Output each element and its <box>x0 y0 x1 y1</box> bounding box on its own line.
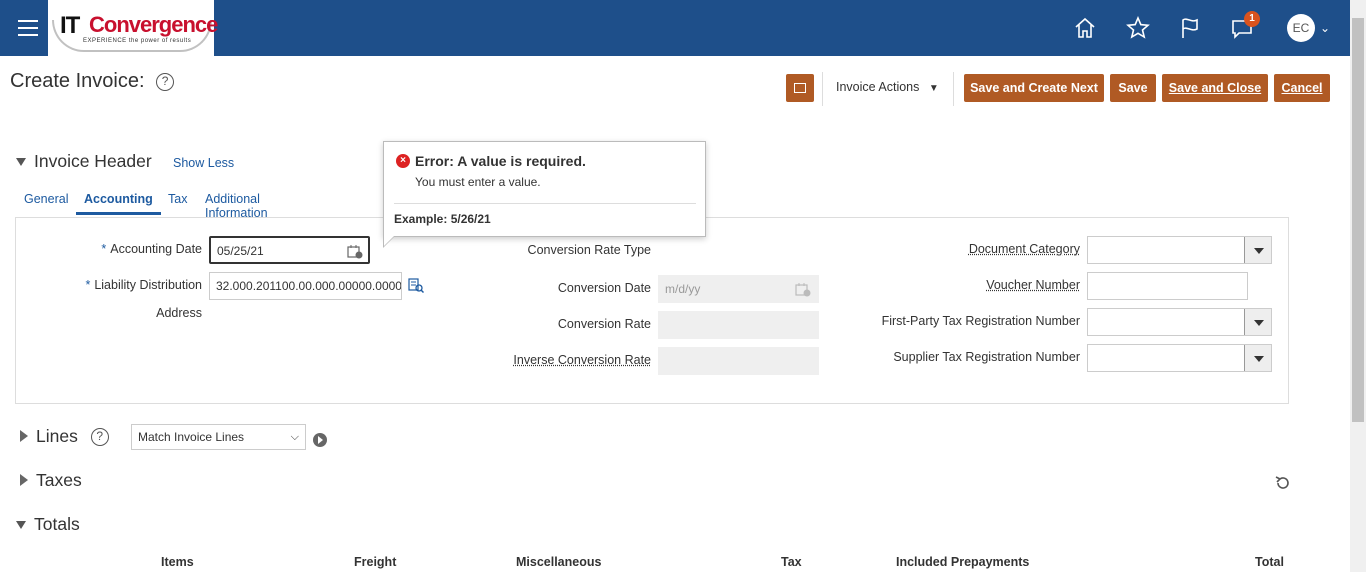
lines-section[interactable]: Lines ? <box>20 426 109 447</box>
inverse-conversion-rate-input <box>658 347 819 375</box>
liability-distribution-label: * Liability Distribution <box>40 278 202 292</box>
error-popup: × Error: A value is required. You must e… <box>383 141 706 248</box>
cancel-button[interactable]: Cancel <box>1274 74 1330 102</box>
collapse-triangle-icon[interactable] <box>16 158 26 166</box>
toolbar-divider <box>822 72 823 106</box>
match-invoice-lines-select[interactable]: Match Invoice Lines ⌵ <box>131 424 306 450</box>
calendar-icon[interactable] <box>347 242 363 259</box>
save-button[interactable]: Save <box>1110 74 1156 102</box>
flag-icon[interactable] <box>1178 16 1202 40</box>
error-icon: × <box>396 154 410 168</box>
taxes-title: Taxes <box>36 470 82 490</box>
invoice-actions-menu[interactable]: Invoice Actions ▼ <box>836 80 939 94</box>
logo-convergence-text: Convergence <box>89 12 218 37</box>
conversion-date-label: Conversion Date <box>557 281 651 295</box>
inverse-conversion-rate-label: Inverse Conversion Rate <box>513 353 651 367</box>
favorites-star-icon[interactable] <box>1126 15 1150 40</box>
supplier-tax-select[interactable] <box>1087 344 1272 372</box>
tab-tax[interactable]: Tax <box>160 186 195 212</box>
invoice-header-section[interactable]: Invoice Header <box>16 151 152 172</box>
lines-title: Lines <box>36 426 78 446</box>
totals-title: Totals <box>34 514 80 534</box>
supplier-tax-label: Supplier Tax Registration Number <box>893 350 1080 364</box>
chevron-down-icon[interactable]: ⌄ <box>1320 21 1330 35</box>
collapse-triangle-icon[interactable] <box>16 521 26 529</box>
conversion-date-placeholder: m/d/yy <box>665 282 701 296</box>
totals-header-total: Total <box>1255 555 1284 569</box>
notifications-icon[interactable]: 1 <box>1230 11 1260 40</box>
liability-distribution-input[interactable]: 32.000.201100.00.000.00000.0000 <box>209 272 402 300</box>
first-party-tax-select[interactable] <box>1087 308 1272 336</box>
invoice-actions-label: Invoice Actions <box>836 80 920 94</box>
save-and-close-button[interactable]: Save and Close <box>1162 74 1268 102</box>
hamburger-menu-icon[interactable] <box>18 20 38 36</box>
first-party-tax-label: First-Party Tax Registration Number <box>881 314 1080 328</box>
accounting-date-input[interactable]: 05/25/21 <box>209 236 370 264</box>
view-icon-button[interactable] <box>786 74 814 102</box>
go-arrow-icon[interactable] <box>313 433 327 447</box>
dropdown-arrow-icon[interactable] <box>1244 345 1271 371</box>
address-label: Address <box>156 306 202 320</box>
taxes-section[interactable]: Taxes <box>20 470 82 491</box>
top-bar: IT Convergence EXPERIENCE the power of r… <box>0 0 1350 56</box>
voucher-number-input[interactable] <box>1087 272 1248 300</box>
accounting-date-label: * Accounting Date <box>60 242 202 256</box>
totals-header-items: Items <box>161 555 194 569</box>
match-invoice-lines-value: Match Invoice Lines <box>138 430 245 444</box>
user-avatar[interactable]: EC <box>1287 14 1315 42</box>
logo-it-text: IT <box>60 12 80 39</box>
help-icon[interactable]: ? <box>156 72 175 91</box>
save-and-create-next-button[interactable]: Save and Create Next <box>964 74 1104 102</box>
dropdown-arrow-icon[interactable] <box>1244 237 1271 263</box>
vertical-scrollbar[interactable] <box>1350 0 1366 572</box>
help-icon[interactable]: ? <box>90 428 109 447</box>
caret-down-icon: ▼ <box>928 83 939 94</box>
conversion-rate-input <box>658 311 819 339</box>
totals-header-miscellaneous: Miscellaneous <box>516 555 602 569</box>
error-example: Example: 5/26/21 <box>394 212 491 226</box>
accounting-date-label-text: Accounting Date <box>110 242 202 256</box>
popup-pointer-fill <box>384 236 394 246</box>
notification-badge: 1 <box>1244 11 1260 27</box>
expand-triangle-icon[interactable] <box>20 474 28 486</box>
page-title: Create Invoice: ? <box>10 70 175 93</box>
tab-accounting[interactable]: Accounting <box>76 186 161 215</box>
show-less-link[interactable]: Show Less <box>173 156 234 170</box>
conversion-date-input: m/d/yy <box>658 275 819 303</box>
page-title-text: Create Invoice: <box>10 70 145 92</box>
expand-triangle-icon[interactable] <box>20 430 28 442</box>
totals-header-included-prepayments: Included Prepayments <box>896 555 1030 569</box>
required-marker: * <box>101 242 107 256</box>
popup-divider <box>394 203 696 204</box>
required-marker: * <box>85 278 91 292</box>
tab-general[interactable]: General <box>16 186 76 212</box>
list-icon <box>794 83 806 93</box>
liability-distribution-label-text: Liability Distribution <box>94 278 202 292</box>
calendar-icon <box>795 280 811 297</box>
totals-header-freight: Freight <box>354 555 397 569</box>
logo-tagline: EXPERIENCE the power of results <box>83 38 192 44</box>
scrollbar-thumb[interactable] <box>1352 18 1364 422</box>
document-category-select[interactable] <box>1087 236 1272 264</box>
conversion-rate-label: Conversion Rate <box>557 317 651 331</box>
company-logo[interactable]: IT Convergence EXPERIENCE the power of r… <box>48 0 218 56</box>
refresh-icon[interactable] <box>1275 475 1291 496</box>
error-title: Error: A value is required. <box>415 153 586 169</box>
chevron-down-icon: ⌵ <box>290 431 299 443</box>
conversion-rate-type-label: Conversion Rate Type <box>527 243 651 257</box>
dropdown-arrow-icon[interactable] <box>1244 309 1271 335</box>
document-category-label: Document Category <box>968 242 1080 256</box>
voucher-number-label: Voucher Number <box>986 278 1080 292</box>
totals-section[interactable]: Totals <box>16 514 80 535</box>
toolbar-divider <box>953 72 954 106</box>
invoice-header-title: Invoice Header <box>34 151 152 171</box>
error-message: You must enter a value. <box>415 175 541 189</box>
totals-header-tax: Tax <box>781 555 802 569</box>
accounting-date-value: 05/25/21 <box>217 244 264 258</box>
search-account-icon[interactable] <box>408 278 425 294</box>
home-icon[interactable] <box>1073 16 1097 40</box>
